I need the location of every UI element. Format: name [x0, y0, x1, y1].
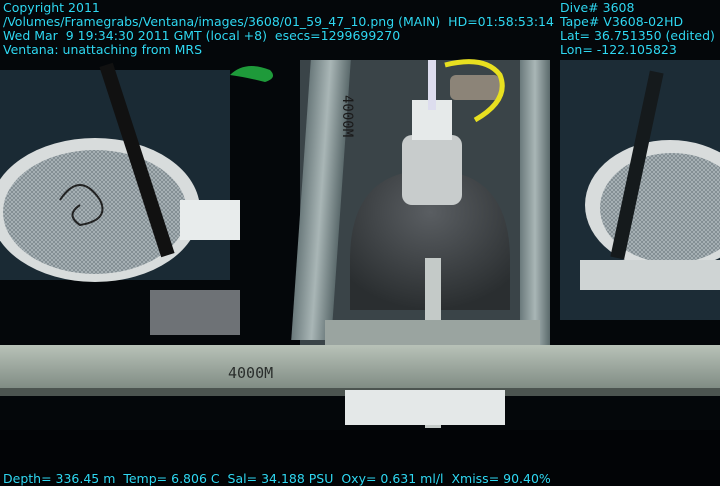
stamp-center: 4000M	[339, 95, 355, 137]
overlay-sensor-readout: Depth= 336.45 m Temp= 6.806 C Sal= 34.18…	[3, 471, 551, 486]
overlay-lat: Lat= 36.751350 (edited)	[560, 28, 715, 43]
overlay-dive: Dive# 3608	[560, 0, 635, 15]
underwater-scene: 4000M 4000M	[0, 0, 720, 486]
overlay-copyright: Copyright 2011	[3, 0, 100, 15]
overlay-timestamp: Wed Mar 9 19:34:30 2011 GMT (local +8) e…	[3, 28, 401, 43]
overlay-file-path: /Volumes/Framegrabs/Ventana/images/3608/…	[3, 14, 554, 29]
overlay-tape: Tape# V3608-02HD	[560, 14, 684, 29]
overlay-lon: Lon= -122.105823	[560, 42, 677, 57]
right-sampler	[560, 60, 720, 320]
stamp-bottom: 4000M	[228, 364, 273, 382]
overlay-status: Ventana: unattaching from MRS	[3, 42, 203, 57]
